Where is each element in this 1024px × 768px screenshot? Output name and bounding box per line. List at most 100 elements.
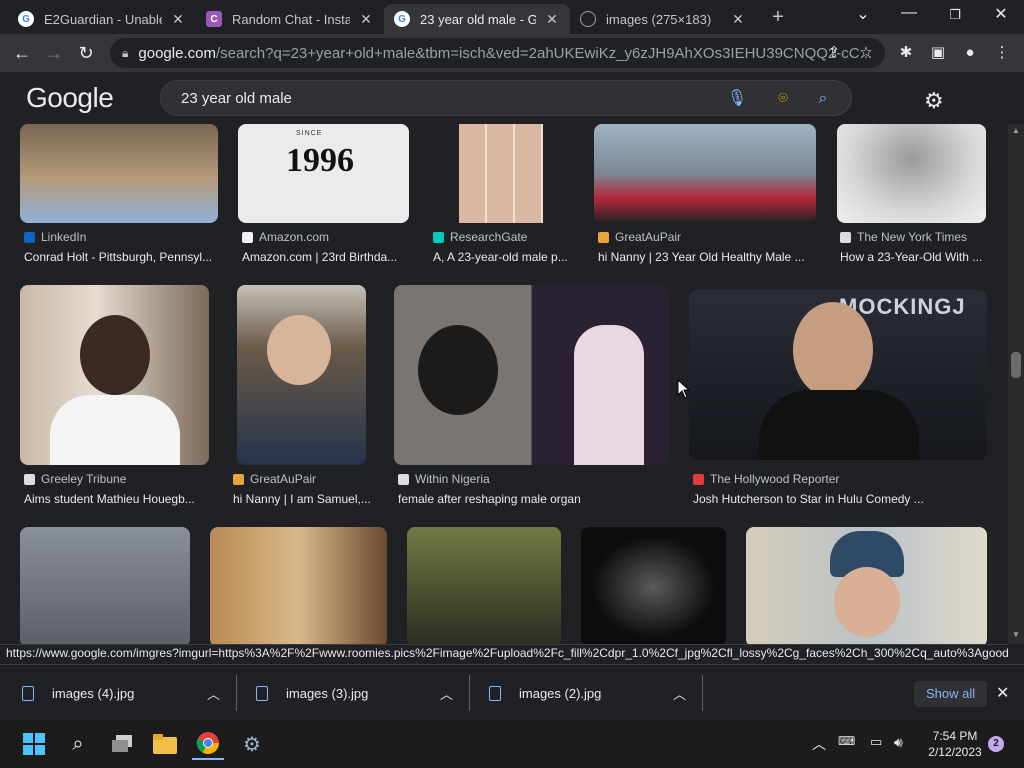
notification-count-badge[interactable]: 2 (988, 736, 1004, 752)
result-thumbnail[interactable] (394, 285, 669, 465)
lens-camera-icon[interactable]: ⌾ (772, 88, 794, 110)
bookmark-star-icon[interactable]: ☆ (856, 43, 876, 63)
close-tab-icon[interactable]: ✕ (730, 11, 746, 28)
download-filename: images (2).jpg (519, 685, 602, 701)
search-icon[interactable]: ⌕ (62, 728, 94, 760)
scrollbar-thumb[interactable] (1011, 352, 1021, 378)
result-thumbnail[interactable]: MOCKINGJ (689, 290, 987, 460)
tab-title: Random Chat - Instant (232, 11, 350, 27)
result-thumbnail[interactable] (837, 124, 986, 223)
result-thumbnail[interactable] (594, 124, 816, 223)
result-thumbnail[interactable] (581, 527, 726, 644)
network-icon[interactable]: ▭ (870, 734, 882, 750)
voice-search-mic-icon[interactable]: 🎙︎ (726, 88, 748, 110)
scroll-down-arrow-icon[interactable]: ▼ (1012, 630, 1020, 639)
tab-title: images (275×183) (606, 11, 712, 27)
show-all-downloads-button[interactable]: Show all (914, 681, 988, 707)
result-source-name: The New York Times (857, 230, 968, 244)
greataupair-icon (233, 473, 244, 485)
windows-start-icon[interactable] (18, 728, 50, 760)
side-panel-icon[interactable]: ▣ (928, 43, 948, 63)
tray-overflow-chevron-icon[interactable]: ︿ (812, 734, 826, 754)
within-nigeria-icon (398, 473, 409, 485)
result-source: Amazon.com (242, 230, 408, 244)
result-caption[interactable]: hi Nanny | 23 Year Old Healthy Male ... (598, 250, 814, 264)
close-download-shelf-icon[interactable]: ✕ (996, 683, 1009, 703)
search-icon[interactable]: ⌕ (812, 88, 834, 110)
greeley-tribune-icon (24, 473, 35, 485)
researchgate-icon (433, 231, 444, 243)
result-thumbnail[interactable] (210, 527, 387, 644)
result-thumbnail[interactable] (746, 527, 987, 644)
chrome-icon[interactable] (192, 728, 224, 760)
minimize-icon[interactable]: — (894, 4, 924, 22)
result-source: GreatAuPair (233, 472, 373, 486)
chevron-up-icon[interactable]: ︿ (673, 684, 686, 703)
settings-gear-icon[interactable]: ⚙ (236, 728, 268, 760)
download-item[interactable]: images (4).jpg ︿ (22, 675, 237, 711)
close-tab-icon[interactable]: ✕ (358, 11, 374, 28)
lock-icon[interactable]: 🔒︎ (122, 46, 128, 61)
result-thumbnail[interactable] (407, 527, 561, 644)
extensions-puzzle-icon[interactable]: ✱ (896, 43, 916, 63)
result-source: ResearchGate (433, 230, 573, 244)
result-thumbnail[interactable] (20, 527, 190, 644)
tab-google-images[interactable]: G 23 year old male - Goo ✕ (384, 4, 570, 34)
url-host: google.com (138, 44, 216, 62)
result-thumbnail[interactable]: SINCE 1996 (238, 124, 409, 223)
volume-icon[interactable]: 🔊︎ (894, 734, 903, 751)
chevron-up-icon[interactable]: ︿ (440, 684, 453, 703)
back-arrow-icon[interactable]: ← (10, 41, 34, 65)
forward-arrow-icon[interactable]: → (42, 41, 66, 65)
scroll-up-arrow-icon[interactable]: ▲ (1012, 126, 1020, 135)
result-caption[interactable]: A, A 23-year-old male p... (433, 250, 573, 264)
tab-images[interactable]: images (275×183) ✕ (570, 4, 756, 34)
close-window-icon[interactable]: ✕ (986, 4, 1016, 24)
result-caption[interactable]: Aims student Mathieu Houegb... (24, 492, 210, 506)
share-icon[interactable]: ⇪ (824, 43, 844, 63)
close-tab-icon[interactable]: ✕ (544, 11, 560, 28)
clock-date: 2/12/2023 (928, 745, 982, 759)
new-tab-icon[interactable]: + (766, 6, 790, 29)
result-thumbnail[interactable] (459, 124, 543, 223)
browser-menu-icon[interactable]: ⋮ (992, 43, 1012, 63)
result-caption[interactable]: Amazon.com | 23rd Birthda... (242, 250, 408, 264)
reload-icon[interactable]: ↻ (74, 41, 98, 65)
download-filename: images (4).jpg (52, 685, 135, 701)
keyboard-icon[interactable]: ⌨ (838, 734, 855, 748)
mug-year-text: 1996 (286, 142, 354, 179)
nyt-icon (840, 231, 851, 243)
result-thumbnail[interactable] (20, 285, 209, 465)
result-caption[interactable]: Josh Hutcherson to Star in Hulu Comedy .… (693, 492, 989, 506)
result-source-name: GreatAuPair (250, 472, 317, 486)
restore-icon[interactable]: ❐ (940, 7, 970, 23)
result-thumbnail[interactable] (237, 285, 366, 465)
result-caption[interactable]: female after reshaping male organ (398, 492, 668, 506)
result-thumbnail[interactable] (20, 124, 218, 223)
file-explorer-icon[interactable] (149, 728, 181, 760)
chevron-up-icon[interactable]: ︿ (207, 684, 220, 703)
system-clock[interactable]: 7:54 PM 2/12/2023 (920, 728, 990, 760)
close-tab-icon[interactable]: ✕ (170, 11, 186, 28)
google-logo[interactable]: Google (26, 82, 114, 114)
person-silhouette (793, 302, 873, 398)
file-icon (22, 685, 34, 701)
tab-random-chat[interactable]: C Random Chat - Instant ✕ (196, 4, 384, 34)
result-source-name: Amazon.com (259, 230, 330, 244)
person-silhouette (418, 325, 498, 415)
result-caption[interactable]: How a 23-Year-Old With ... (840, 250, 988, 264)
download-item[interactable]: images (3).jpg ︿ (256, 675, 470, 711)
task-view-icon[interactable] (106, 728, 138, 760)
result-caption[interactable]: hi Nanny | I am Samuel,... (233, 492, 373, 506)
profile-avatar-icon[interactable]: ● (960, 43, 980, 63)
page-scrollbar[interactable]: ▲ ▼ (1008, 124, 1024, 644)
settings-gear-icon[interactable]: ⚙ (924, 88, 944, 114)
clock-time: 7:54 PM (932, 729, 978, 743)
tab-e2guardian[interactable]: G E2Guardian - Unable to ✕ (8, 4, 196, 34)
tab-title: E2Guardian - Unable to (44, 11, 162, 27)
address-bar[interactable]: 🔒︎ google.com/search?q=23+year+old+male&… (110, 38, 885, 68)
search-input[interactable]: 23 year old male (160, 80, 852, 116)
download-item[interactable]: images (2).jpg ︿ (489, 675, 703, 711)
tab-search-chevron-icon[interactable]: ⌄ (848, 4, 878, 24)
result-caption[interactable]: Conrad Holt - Pittsburgh, Pennsyl... (24, 250, 220, 264)
